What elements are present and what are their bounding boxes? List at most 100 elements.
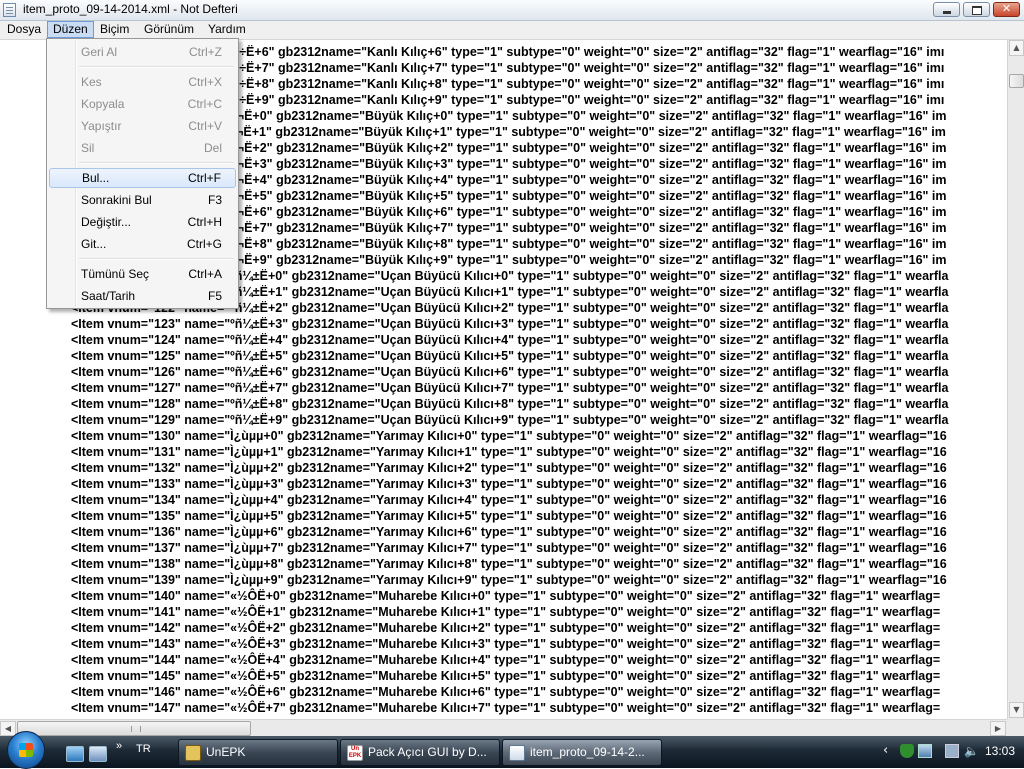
scrollbar-corner: [1007, 719, 1024, 736]
volume-icon[interactable]: 🔈: [964, 744, 979, 758]
security-shield-icon[interactable]: [900, 744, 914, 758]
edit-menu-item[interactable]: Değiştir... Ctrl+H: [49, 212, 236, 232]
text-line[interactable]: <Item vnum="145" name="«½ÔË+5" gb2312nam…: [71, 668, 940, 684]
text-line[interactable]: <Item vnum="144" name="«½ÔË+4" gb2312nam…: [71, 652, 940, 668]
text-line[interactable]: <Item vnum="128" name="ºñ¼±Ë+8" gb2312na…: [71, 396, 948, 412]
text-line[interactable]: <Item vnum="139" name="Ì¿ùµµ+9" gb2312na…: [71, 572, 947, 588]
taskbar-button-label: Pack Açıcı GUI by D...: [368, 745, 487, 759]
scroll-right-icon[interactable]: ▶: [990, 721, 1006, 736]
vertical-scrollbar[interactable]: ▲ ▼: [1007, 40, 1024, 719]
menu-help[interactable]: Yardım: [203, 21, 251, 38]
taskbar-button-notepad[interactable]: item_proto_09-14-2...: [502, 739, 662, 766]
edit-menu-item[interactable]: Bul... Ctrl+F: [49, 168, 236, 188]
text-line[interactable]: <Item vnum="138" name="Ì¿ùµµ+8" gb2312na…: [71, 556, 947, 572]
language-indicator[interactable]: TR: [136, 743, 151, 755]
text-line[interactable]: <Item vnum="133" name="Ì¿ùµµ+3" gb2312na…: [71, 476, 947, 492]
show-desktop-icon[interactable]: [66, 746, 84, 762]
menu-item-label: Bul...: [82, 171, 110, 185]
edit-menu-item[interactable]: Kopyala Ctrl+C: [49, 94, 236, 114]
window-title: item_proto_09-14-2014.xml - Not Defteri: [23, 2, 238, 16]
text-line[interactable]: <Item vnum="127" name="ºñ¼±Ë+7" gb2312na…: [71, 380, 948, 396]
text-line[interactable]: <Item vnum="141" name="«½ÔË+1" gb2312nam…: [71, 604, 940, 620]
close-icon: ✕: [1001, 2, 1012, 15]
horizontal-scrollbar[interactable]: ◀ ▶: [0, 719, 1007, 736]
menu-item-shortcut: Ctrl+Z: [189, 45, 222, 59]
edit-menu-item[interactable]: Saat/Tarih F5: [49, 286, 236, 306]
text-line[interactable]: <Item vnum="125" name="ºñ¼±Ë+5" gb2312na…: [71, 348, 948, 364]
taskbar-button-label: item_proto_09-14-2...: [530, 745, 645, 759]
menu-item-label: Sonrakini Bul: [81, 193, 152, 207]
menu-item-shortcut: Ctrl+V: [188, 119, 222, 133]
restore-icon: [972, 6, 982, 15]
edit-menu-item[interactable]: Sil Del: [49, 138, 236, 158]
quick-launch-more-button[interactable]: »: [116, 740, 122, 752]
text-line[interactable]: <Item vnum="140" name="«½ÔË+0" gb2312nam…: [71, 588, 940, 604]
text-line[interactable]: <Item vnum="123" name="ºñ¼±Ë+3" gb2312na…: [71, 316, 948, 332]
text-line[interactable]: <Item vnum="126" name="ºñ¼±Ë+6" gb2312na…: [71, 364, 948, 380]
start-button[interactable]: [7, 731, 45, 769]
menu-item-label: Saat/Tarih: [81, 289, 136, 303]
horizontal-scroll-thumb[interactable]: [17, 721, 251, 736]
switch-windows-icon[interactable]: [89, 746, 107, 762]
menu-item-shortcut: Ctrl+X: [188, 75, 222, 89]
text-line[interactable]: <Item vnum="142" name="«½ÔË+2" gb2312nam…: [71, 620, 940, 636]
scroll-down-icon[interactable]: ▼: [1009, 702, 1024, 718]
menu-item-label: Geri Al: [81, 45, 118, 59]
text-line[interactable]: <Item vnum="132" name="Ì¿ùµµ+2" gb2312na…: [71, 460, 947, 476]
archive-icon: [185, 745, 201, 761]
display-icon[interactable]: [945, 744, 959, 758]
text-line[interactable]: <Item vnum="143" name="«½ÔË+3" gb2312nam…: [71, 636, 940, 652]
menu-item-label: Sil: [81, 141, 95, 155]
text-line[interactable]: <Item vnum="124" name="ºñ¼±Ë+4" gb2312na…: [71, 332, 948, 348]
menu-file[interactable]: Dosya: [2, 21, 46, 38]
edit-menu-item[interactable]: Sonrakini Bul F3: [49, 190, 236, 210]
unepk-icon: Un EPK: [347, 745, 363, 761]
text-line[interactable]: <Item vnum="130" name="Ì¿ùµµ+0" gb2312na…: [71, 428, 947, 444]
text-line[interactable]: <Item vnum="146" name="«½ÔË+6" gb2312nam…: [71, 684, 940, 700]
menu-edit[interactable]: Düzen: [47, 21, 94, 38]
menu-format[interactable]: Biçim: [95, 21, 134, 38]
network-icon[interactable]: [918, 744, 932, 758]
text-line[interactable]: <Item vnum="135" name="Ì¿ùµµ+5" gb2312na…: [71, 508, 947, 524]
text-line[interactable]: <Item vnum="134" name="Ì¿ùµµ+4" gb2312na…: [71, 492, 947, 508]
menu-item-label: Değiştir...: [81, 215, 132, 229]
edit-menu-item[interactable]: Tümünü Seç Ctrl+A: [49, 264, 236, 284]
notepad-icon: [509, 745, 525, 761]
text-line[interactable]: <Item vnum="147" name="«½ÔË+7" gb2312nam…: [71, 700, 940, 716]
text-line[interactable]: <Item vnum="131" name="Ì¿ùµµ+1" gb2312na…: [71, 444, 947, 460]
menu-item-shortcut: Ctrl+G: [186, 237, 222, 251]
notepad-icon: [3, 3, 16, 17]
text-line[interactable]: <Item vnum="129" name="ºñ¼±Ë+9" gb2312na…: [71, 412, 948, 428]
menu-item-shortcut: F5: [207, 289, 222, 303]
show-hidden-icons-button[interactable]: ‹: [883, 743, 888, 758]
title-bar[interactable]: item_proto_09-14-2014.xml - Not Defteri …: [0, 0, 1024, 21]
minimize-button[interactable]: [933, 2, 960, 17]
menu-view[interactable]: Görünüm: [139, 21, 199, 38]
menu-item-shortcut: Ctrl+H: [187, 215, 222, 229]
vertical-scroll-thumb[interactable]: [1009, 74, 1024, 88]
edit-menu-item[interactable]: Kes Ctrl+X: [49, 72, 236, 92]
close-button[interactable]: ✕: [993, 2, 1020, 17]
text-line[interactable]: <Item vnum="137" name="Ì¿ùµµ+7" gb2312na…: [71, 540, 947, 556]
maximize-button[interactable]: [963, 2, 990, 17]
clock[interactable]: 13:03: [985, 744, 1015, 758]
menu-item-label: Tümünü Seç: [81, 267, 150, 281]
scroll-up-icon[interactable]: ▲: [1009, 40, 1024, 56]
scroll-left-icon[interactable]: ◀: [0, 721, 16, 736]
menu-item-label: Git...: [81, 237, 107, 251]
menu-item-shortcut: Del: [203, 141, 222, 155]
grip-icon: [131, 726, 141, 732]
menu-item-shortcut: F3: [207, 193, 222, 207]
menu-item-label: Yapıştır: [81, 119, 122, 133]
menu-item-label: Kopyala: [81, 97, 125, 111]
minimize-icon: [943, 11, 951, 14]
edit-menu-item[interactable]: Yapıştır Ctrl+V: [49, 116, 236, 136]
menu-separator: [79, 162, 234, 164]
text-line[interactable]: <Item vnum="136" name="Ì¿ùµµ+6" gb2312na…: [71, 524, 947, 540]
taskbar-button-unepk[interactable]: UnEPK: [178, 739, 338, 766]
edit-menu-item[interactable]: Git... Ctrl+G: [49, 234, 236, 254]
edit-menu-item[interactable]: Geri Al Ctrl+Z: [49, 42, 236, 62]
taskbar-button-pack-acici[interactable]: Un EPK Pack Açıcı GUI by D...: [340, 739, 500, 766]
menu-separator: [79, 258, 234, 260]
edit-menu-dropdown: Geri Al Ctrl+Z Kes Ctrl+X Kopyala Ctrl+C Yapış…: [46, 38, 239, 309]
